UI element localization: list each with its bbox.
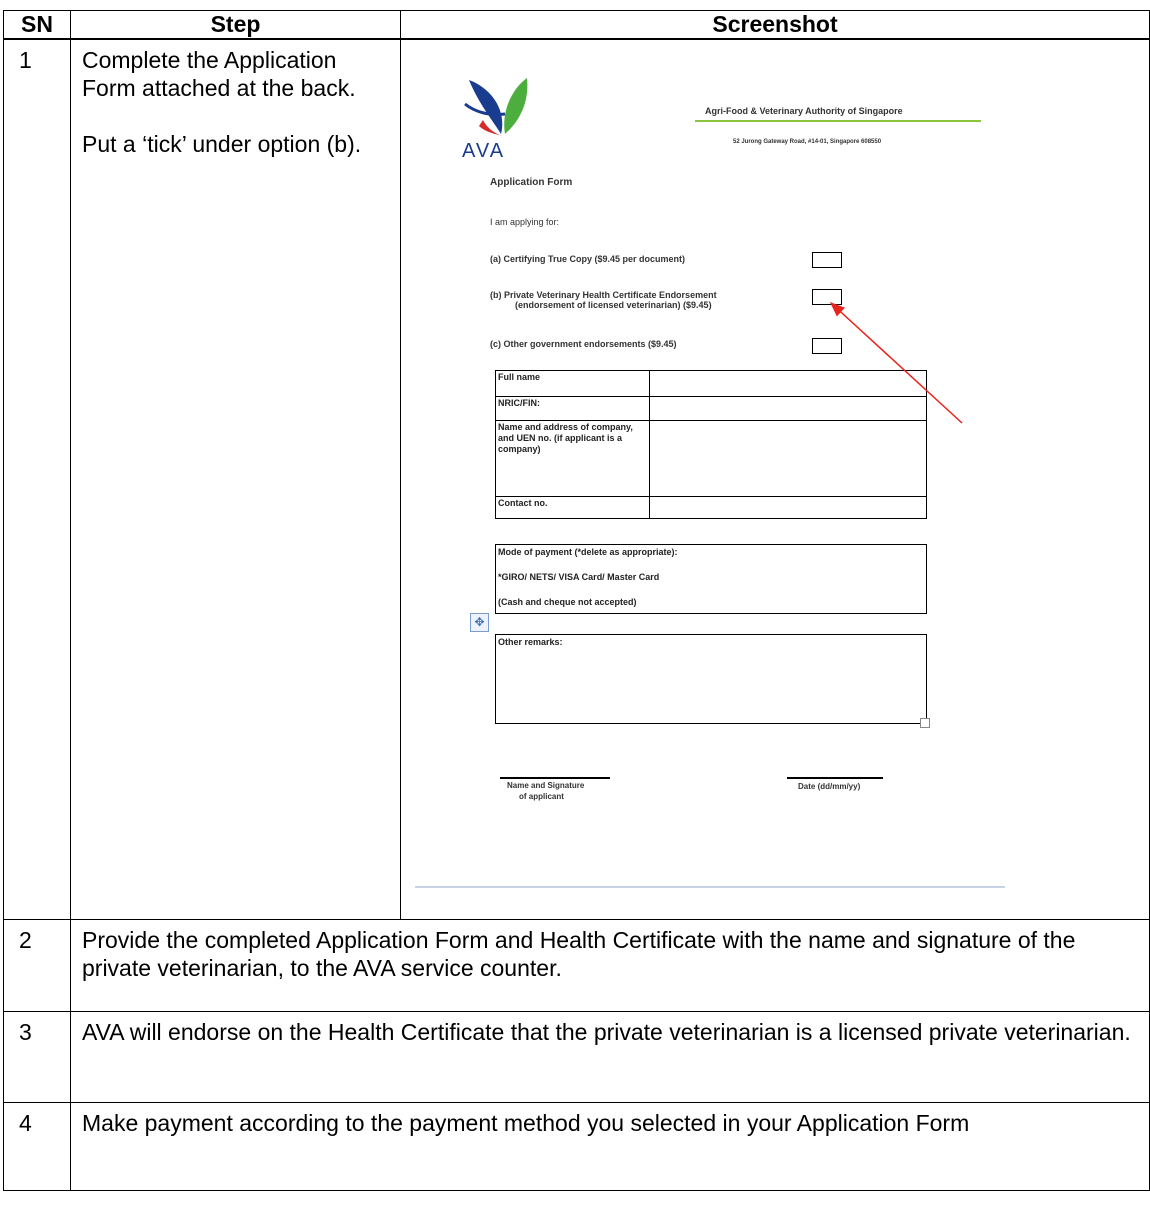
header-screenshot: Screenshot (400, 10, 1150, 40)
steps-table: SN Step Screenshot 1 Complete the Applic… (3, 10, 1150, 1191)
red-arrow-icon (829, 301, 963, 424)
sn-cell-2: 2 (3, 918, 71, 1012)
step-1-instruction: Complete the Application Form attached a… (82, 47, 356, 101)
screenshot-cell: AVA Agri-Food & Veterinary Authority of … (400, 38, 1150, 920)
header-sn: SN (3, 10, 71, 40)
header-row: SN Step Screenshot (3, 10, 1150, 40)
sn-cell-4: 4 (3, 1101, 71, 1191)
step-cell-4: Make payment according to the payment me… (70, 1101, 1150, 1191)
step-cell-2: Provide the completed Application Form a… (70, 918, 1150, 1012)
step-1-tick-instruction: Put a ‘tick’ under option (b). (82, 131, 362, 157)
step-cell-1: Complete the Application Form attached a… (70, 38, 401, 920)
header-step: Step (70, 10, 401, 40)
step-row-1: 1 Complete the Application Form attached… (3, 38, 1150, 920)
step-cell-3: AVA will endorse on the Health Certifica… (70, 1010, 1150, 1103)
application-form-screenshot: AVA Agri-Food & Veterinary Authority of … (415, 40, 1005, 888)
sn-cell-3: 3 (3, 1010, 71, 1103)
step-row-3: 3 AVA will endorse on the Health Certifi… (3, 1010, 1150, 1103)
step-row-4: 4 Make payment according to the payment … (3, 1101, 1150, 1191)
sn-cell-1: 1 (3, 38, 71, 920)
step-row-2: 2 Provide the completed Application Form… (3, 918, 1150, 1012)
